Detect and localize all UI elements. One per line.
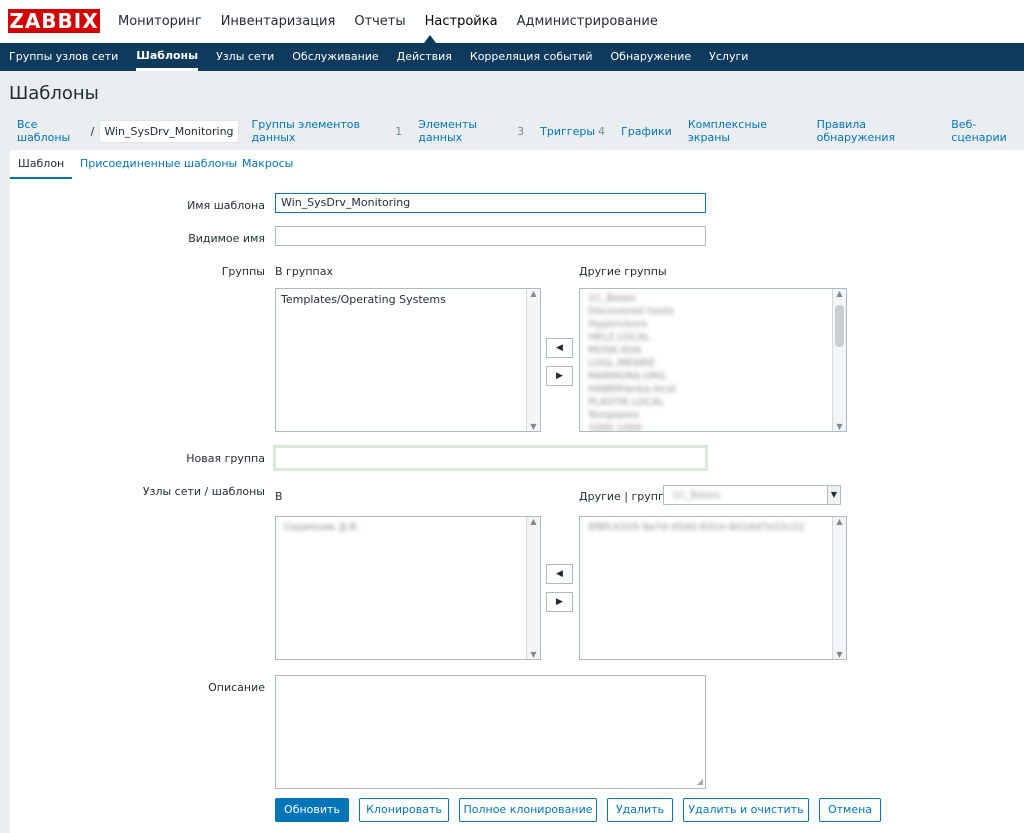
- description-textarea[interactable]: ◢: [275, 675, 706, 789]
- link-item-groups[interactable]: Группы элементов данных: [252, 118, 393, 144]
- scroll-down-icon[interactable]: ▼: [835, 422, 844, 431]
- tab-macros[interactable]: Макросы: [242, 150, 293, 178]
- submenu-services[interactable]: Услуги: [709, 43, 748, 71]
- list-item[interactable]: HELZ.LOCAL: [580, 331, 846, 344]
- update-button[interactable]: Обновить: [275, 798, 349, 822]
- page-title: Шаблоны: [9, 83, 99, 104]
- host-group-select[interactable]: 1С_Bases ▼: [663, 485, 841, 505]
- submenu-host-groups[interactable]: Группы узлов сети: [9, 43, 118, 71]
- active-menu-caret: [424, 35, 436, 43]
- scrollbar[interactable]: ▲ ▼: [832, 289, 846, 431]
- link-triggers[interactable]: Триггеры: [540, 125, 595, 138]
- visible-name-input[interactable]: [275, 226, 706, 246]
- link-graphs[interactable]: Графики: [621, 125, 672, 138]
- in-groups-list[interactable]: Templates/Operating Systems ▲ ▼: [275, 288, 541, 432]
- list-item[interactable]: MOSK.IIGA: [580, 344, 846, 357]
- scrollbar[interactable]: ▲ ▼: [526, 289, 540, 431]
- move-left-button[interactable]: ◀: [546, 338, 573, 358]
- host-group-select-value: 1С_Bases: [672, 490, 720, 501]
- submenu-templates[interactable]: Шаблоны: [136, 43, 199, 71]
- list-item[interactable]: 1000.1000: [580, 422, 846, 431]
- scroll-down-icon[interactable]: ▼: [529, 422, 538, 431]
- list-item[interactable]: 1С_Bases: [580, 292, 846, 305]
- hosts-other-title: Другие | группа: [579, 490, 672, 503]
- in-groups-title: В группах: [275, 265, 333, 278]
- breadcrumb-separator: /: [90, 124, 95, 138]
- new-group-label: Новая группа: [186, 452, 265, 465]
- scroll-up-icon[interactable]: ▲: [529, 517, 538, 526]
- scroll-up-icon[interactable]: ▲: [835, 517, 844, 526]
- scroll-up-icon[interactable]: ▲: [835, 289, 844, 298]
- scroll-up-icon[interactable]: ▲: [529, 289, 538, 298]
- link-items[interactable]: Элементы данных: [418, 118, 514, 144]
- link-discovery-rules[interactable]: Правила обнаружения: [817, 118, 936, 144]
- menu-reports[interactable]: Отчеты: [354, 0, 405, 43]
- move-right-button[interactable]: ▶: [546, 366, 573, 386]
- submenu-actions[interactable]: Действия: [397, 43, 452, 71]
- hosts-in-list[interactable]: Скрипник Д.В. ▲ ▼: [275, 516, 541, 660]
- main-menu: Мониторинг Инвентаризация Отчеты Настрой…: [118, 0, 677, 43]
- groups-label: Группы: [221, 265, 265, 278]
- cancel-button[interactable]: Отмена: [819, 798, 881, 822]
- other-groups-list[interactable]: 1С_Bases Discovered hosts Hypervisors HE…: [579, 288, 847, 432]
- list-item[interactable]: Templates: [580, 409, 846, 422]
- menu-inventory[interactable]: Инвентаризация: [221, 0, 336, 43]
- list-item[interactable]: PLASTIK.LOCAL: [580, 396, 846, 409]
- new-group-input[interactable]: [273, 445, 708, 471]
- delete-button[interactable]: Удалить: [607, 798, 673, 822]
- delete-and-clear-button[interactable]: Удалить и очистить: [683, 798, 809, 822]
- move-host-left-button[interactable]: ◀: [546, 564, 573, 584]
- full-clone-button[interactable]: Полное клонирование: [459, 798, 597, 822]
- link-screens[interactable]: Комплексные экраны: [688, 118, 801, 144]
- list-item[interactable]: Hypervisors: [580, 318, 846, 331]
- visible-name-label: Видимое имя: [188, 232, 265, 245]
- items-count: 3: [517, 124, 525, 138]
- item-groups-count: 1: [395, 124, 403, 138]
- template-name-label: Имя шаблона: [187, 199, 265, 212]
- description-label: Описание: [208, 681, 265, 694]
- hosts-templates-label: Узлы сети / шаблоны: [142, 485, 265, 498]
- triggers-count: 4: [598, 124, 606, 138]
- tab-linked-templates[interactable]: Присоединенные шаблоны: [80, 150, 237, 178]
- scrollbar[interactable]: ▲ ▼: [526, 517, 540, 659]
- chevron-down-icon[interactable]: ▼: [827, 486, 840, 504]
- form-panel: Имя шаблона Win_SysDrv_Monitoring Видимо…: [10, 179, 1024, 833]
- submenu-maintenance[interactable]: Обслуживание: [292, 43, 378, 71]
- menu-monitoring[interactable]: Мониторинг: [118, 0, 202, 43]
- hosts-in-title: В: [275, 490, 283, 503]
- breadcrumb-all-templates[interactable]: Все шаблоны: [17, 118, 87, 144]
- other-groups-title: Другие группы: [579, 265, 667, 278]
- scroll-thumb[interactable]: [835, 305, 844, 347]
- zabbix-logo[interactable]: ZABBIX: [8, 9, 100, 33]
- list-item[interactable]: Discovered hosts: [580, 305, 846, 318]
- resize-handle-icon[interactable]: ◢: [697, 777, 703, 786]
- form-tabs: Шаблон Присоединенные шаблоны Макросы: [10, 150, 1024, 180]
- list-item[interactable]: Templates/Operating Systems: [276, 289, 540, 306]
- clone-button[interactable]: Клонировать: [359, 798, 449, 822]
- scrollbar[interactable]: ▲ ▼: [832, 517, 846, 659]
- menu-administration[interactable]: Администрирование: [517, 0, 658, 43]
- list-item[interactable]: HABERlanka.local: [580, 383, 846, 396]
- scroll-down-icon[interactable]: ▼: [529, 650, 538, 659]
- list-item[interactable]: MARMORA.ORG: [580, 370, 846, 383]
- submenu-discovery[interactable]: Обнаружение: [611, 43, 692, 71]
- list-item[interactable]: Скрипник Д.В.: [276, 517, 540, 534]
- hosts-other-list[interactable]: 9f8fc4325-9a7d-4590-831e-8016d7e22c22 ▲ ▼: [579, 516, 847, 660]
- top-bar: ZABBIX Мониторинг Инвентаризация Отчеты …: [0, 0, 1024, 43]
- link-web-scenarios[interactable]: Веб-сценарии: [951, 118, 1024, 144]
- list-item[interactable]: LOGL.MEWEE: [580, 357, 846, 370]
- template-name-input[interactable]: Win_SysDrv_Monitoring: [275, 193, 706, 213]
- sub-menu: Группы узлов сети Шаблоны Узлы сети Обсл…: [0, 43, 1024, 71]
- breadcrumb-current-template[interactable]: Win_SysDrv_Monitoring: [99, 119, 239, 143]
- breadcrumb: Все шаблоны / Win_SysDrv_Monitoring Груп…: [10, 117, 1024, 145]
- move-host-right-button[interactable]: ▶: [546, 592, 573, 612]
- tab-template[interactable]: Шаблон: [10, 150, 73, 179]
- list-item[interactable]: 9f8fc4325-9a7d-4590-831e-8016d7e22c22: [580, 517, 846, 534]
- scroll-down-icon[interactable]: ▼: [835, 650, 844, 659]
- submenu-event-correlation[interactable]: Корреляция событий: [470, 43, 593, 71]
- submenu-hosts[interactable]: Узлы сети: [216, 43, 274, 71]
